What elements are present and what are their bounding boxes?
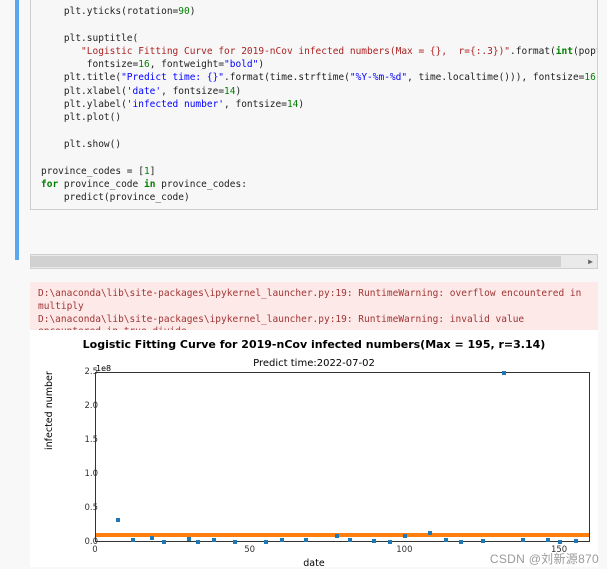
scrollbar-thumb[interactable] (31, 256, 561, 267)
data-point (280, 538, 284, 542)
data-point (196, 540, 200, 544)
data-point (574, 539, 578, 543)
xtick: 50 (235, 545, 265, 555)
data-point (162, 540, 166, 544)
data-point (558, 540, 562, 544)
ytick: 2.5 (68, 367, 98, 377)
ylabel: infected number (44, 371, 55, 450)
data-point (212, 538, 216, 542)
xtick: 100 (389, 545, 419, 555)
data-point (348, 538, 352, 542)
data-point (444, 538, 448, 542)
fit-line (96, 533, 589, 537)
horizontal-scrollbar[interactable]: ▶ (30, 254, 598, 269)
scroll-right-icon[interactable]: ▶ (584, 255, 597, 268)
data-point (388, 540, 392, 544)
watermark-text: CSDN @刘新源870 (490, 550, 599, 567)
chart-suptitle: Logistic Fitting Curve for 2019-nCov inf… (30, 338, 598, 351)
data-point (131, 538, 135, 542)
notebook-cell-bar (15, 0, 19, 260)
data-point (335, 534, 339, 538)
data-point (521, 538, 525, 542)
plot-axes (95, 372, 590, 542)
data-point (502, 371, 506, 375)
code-text: plt.yticks(rotation=90) plt.suptitle( "L… (41, 6, 598, 203)
code-cell[interactable]: plt.yticks(rotation=90) plt.suptitle( "L… (30, 0, 598, 210)
matplotlib-chart: Logistic Fitting Curve for 2019-nCov inf… (30, 330, 598, 567)
data-point (403, 534, 407, 538)
xtick: 0 (80, 545, 110, 555)
ytick: 0.5 (68, 503, 98, 513)
chart-title: Predict time:2022-07-02 (30, 358, 598, 369)
data-point (116, 518, 120, 522)
data-point (372, 539, 376, 543)
data-point (150, 536, 154, 540)
ytick: 1.5 (68, 435, 98, 445)
data-point (481, 539, 485, 543)
ytick: 2.0 (68, 401, 98, 411)
data-point (187, 537, 191, 541)
data-point (233, 540, 237, 544)
data-point (304, 538, 308, 542)
data-point (459, 540, 463, 544)
data-point (264, 540, 268, 544)
ytick: 1.0 (68, 469, 98, 479)
data-point (546, 538, 550, 542)
data-point (428, 531, 432, 535)
